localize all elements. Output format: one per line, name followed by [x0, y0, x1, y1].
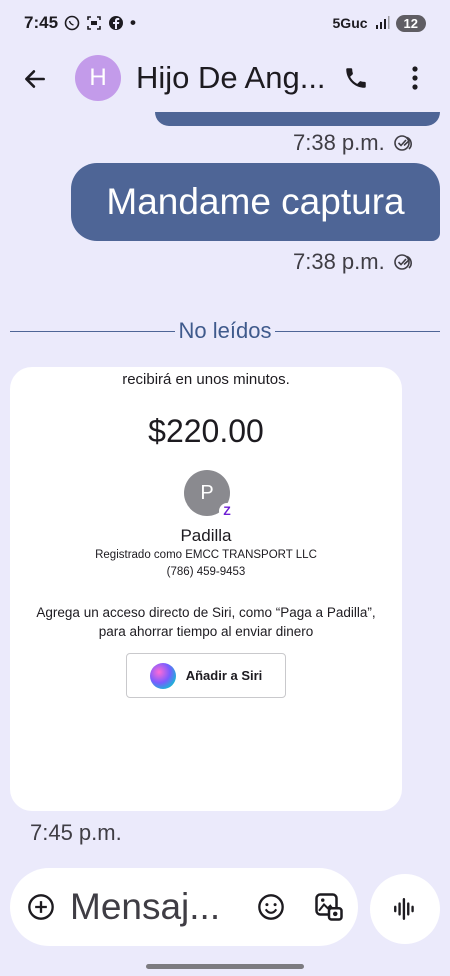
- battery-indicator: 12: [395, 14, 426, 32]
- divider-line: [275, 330, 441, 332]
- sent-message-bubble[interactable]: Mandame captura: [71, 163, 440, 241]
- read-receipt-icon: [393, 254, 412, 270]
- message-timestamp: 7:38 p.m.: [293, 249, 417, 275]
- back-button[interactable]: [18, 62, 52, 96]
- voice-waveform-icon: [394, 898, 414, 920]
- status-dot: •: [130, 13, 136, 32]
- more-options-button[interactable]: [400, 62, 430, 94]
- status-time: 7:45: [24, 13, 59, 32]
- battery-level: 12: [403, 15, 418, 31]
- siri-note: Agrega un acceso directo de Siri, como “…: [28, 603, 384, 641]
- unread-divider: No leídos: [10, 316, 441, 346]
- payee-registration: Registrado como EMCC TRANSPORT LLC: [95, 549, 317, 561]
- gallery-icon: [315, 893, 343, 921]
- payee-initial: P: [200, 481, 214, 504]
- whatsapp-icon: [64, 15, 80, 31]
- zelle-icon: Z: [219, 503, 235, 519]
- previous-message-bubble[interactable]: [155, 112, 440, 126]
- payment-amount: $220.00: [148, 413, 264, 449]
- payee-phone: (786) 459-9453: [166, 566, 246, 578]
- siri-note-line: Agrega un acceso directo de Siri, como “…: [36, 605, 376, 620]
- facebook-icon: [109, 16, 124, 30]
- message-timestamp: 7:45 p.m.: [30, 820, 122, 846]
- emoji-button[interactable]: [256, 892, 286, 922]
- emoji-icon: [258, 894, 284, 920]
- message-text: Mandame captura: [106, 181, 405, 222]
- call-button[interactable]: [340, 62, 372, 94]
- read-receipt-icon: [393, 135, 412, 151]
- network-label: 5Guc: [332, 15, 368, 31]
- zelle-glyph: Z: [223, 504, 231, 518]
- message-composer: [10, 868, 358, 946]
- message-timestamp: 7:38 p.m.: [293, 130, 417, 156]
- signal-icon: [375, 16, 390, 29]
- add-to-siri-button: Añadir a Siri: [126, 653, 286, 698]
- message-input[interactable]: [70, 883, 240, 931]
- divider-line: [10, 330, 175, 332]
- add-attachment-button[interactable]: [26, 892, 56, 922]
- payee-name: Padilla: [180, 526, 232, 545]
- timestamp-text: 7:38 p.m.: [293, 130, 385, 155]
- more-vert-icon: [412, 66, 418, 90]
- timestamp-text: 7:45 p.m.: [30, 820, 122, 845]
- phone-icon: [346, 68, 366, 88]
- siri-icon: [149, 662, 176, 689]
- divider-label: No leídos: [178, 318, 272, 343]
- conversation-header: H Hijo De Ang...: [0, 50, 450, 108]
- card-top-text: recibirá en unos minutos.: [122, 371, 290, 388]
- contact-avatar[interactable]: H: [75, 55, 121, 101]
- avatar-letter: H: [89, 64, 107, 91]
- status-bar: 7:45 • 5Guc 12: [0, 0, 450, 46]
- arrow-back-icon: [25, 70, 45, 88]
- add-circle-icon: [28, 894, 54, 920]
- received-image-message[interactable]: recibirá en unos minutos. $220.00 P Z Pa…: [10, 367, 402, 811]
- siri-button-label: Añadir a Siri: [185, 668, 263, 683]
- siri-note-line: para ahorrar tiempo al enviar dinero: [98, 624, 314, 639]
- home-indicator[interactable]: [146, 964, 304, 969]
- timestamp-text: 7:38 p.m.: [293, 249, 385, 274]
- contact-name[interactable]: Hijo De Ang...: [136, 60, 326, 96]
- voice-message-button[interactable]: [370, 874, 440, 944]
- gallery-button[interactable]: [312, 890, 346, 924]
- screenshot-icon: [87, 16, 101, 30]
